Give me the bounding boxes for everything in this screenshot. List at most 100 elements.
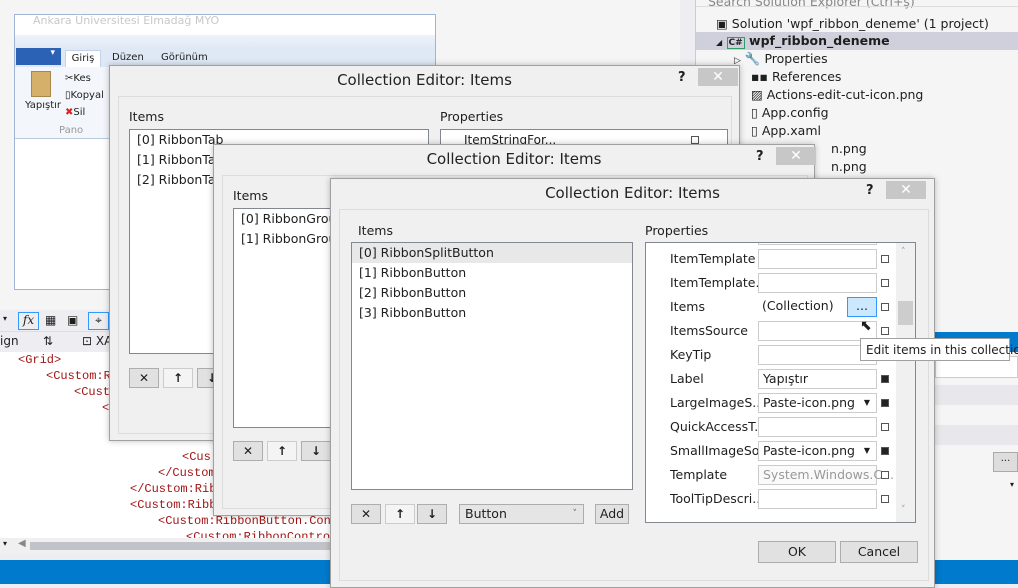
- move-down-button[interactable]: ↓: [417, 504, 447, 524]
- references-icon: ▪▪: [751, 69, 768, 84]
- property-row[interactable]: KeyTip: [646, 343, 896, 367]
- list-item[interactable]: [2] RibbonButton: [352, 283, 632, 303]
- remove-button[interactable]: ✕: [129, 368, 159, 388]
- horizontal-scrollbar[interactable]: ▾ ◀: [0, 538, 340, 554]
- wrench-icon: 🔧: [744, 51, 761, 66]
- tree-item-references[interactable]: ▪▪ References: [751, 68, 841, 86]
- property-row[interactable]: SmallImageSo... Paste-icon.png ▼: [646, 439, 896, 463]
- property-marker[interactable]: [881, 279, 889, 287]
- tree-item-png-2[interactable]: n.png: [831, 158, 867, 176]
- property-value[interactable]: [758, 273, 877, 293]
- help-button[interactable]: ?: [756, 149, 764, 164]
- help-button[interactable]: ?: [866, 183, 874, 198]
- crosshair-icon[interactable]: ⌖: [88, 312, 109, 330]
- items-list[interactable]: [0] RibbonSplitButton [1] RibbonButton […: [351, 242, 633, 490]
- property-value[interactable]: System.Windows.C...: [758, 465, 894, 485]
- property-name: Label: [670, 371, 704, 386]
- application-menu-button[interactable]: ▾: [16, 48, 61, 65]
- list-item[interactable]: [1] RibbonButton: [352, 263, 632, 283]
- scrollbar-thumb[interactable]: [898, 301, 913, 325]
- property-marker[interactable]: [881, 303, 889, 311]
- property-marker[interactable]: [881, 255, 889, 263]
- close-button[interactable]: ✕: [698, 68, 738, 86]
- edit-collection-button[interactable]: ...: [847, 297, 877, 317]
- property-value[interactable]: Yapıştır: [758, 369, 877, 389]
- tree-item-cut-icon-png[interactable]: ▨ Actions-edit-cut-icon.png: [751, 86, 923, 104]
- chevron-down-icon: ˅: [572, 509, 578, 519]
- close-button[interactable]: ✕: [886, 181, 926, 199]
- property-grid[interactable]: ItemStringFor...ItemTemplateItemTemplate…: [645, 242, 916, 523]
- tree-item-properties[interactable]: ▷ 🔧 Properties: [734, 50, 828, 68]
- vertical-scrollbar[interactable]: ˄ ˅: [896, 243, 915, 522]
- list-item-selected[interactable]: [0] RibbonSplitButton: [352, 243, 632, 263]
- property-name: LargeImageS...: [670, 395, 765, 410]
- swap-panes-icon[interactable]: ⇅: [43, 334, 53, 348]
- tab-design[interactable]: ign: [0, 334, 19, 348]
- properties-label: Properties: [440, 109, 504, 124]
- property-marker[interactable]: [881, 327, 889, 335]
- property-row[interactable]: ItemsSource: [646, 319, 896, 343]
- paste-icon: [31, 71, 51, 97]
- tree-item-app-xaml[interactable]: ▯ App.xaml: [751, 122, 821, 140]
- paste-button[interactable]: Yapıştır: [25, 100, 61, 111]
- property-marker[interactable]: [881, 423, 889, 431]
- tree-item-project[interactable]: ◢ C# wpf_ribbon_deneme: [716, 32, 890, 50]
- property-marker[interactable]: [881, 471, 889, 479]
- copy-button[interactable]: ▯Kopyal: [65, 90, 104, 101]
- cancel-button[interactable]: Cancel: [840, 541, 918, 563]
- grid-icon[interactable]: ▦: [45, 313, 56, 327]
- snap-icon[interactable]: ▣: [67, 313, 78, 327]
- property-marker[interactable]: [881, 447, 889, 455]
- move-up-button[interactable]: ↑: [267, 441, 297, 461]
- property-row[interactable]: LargeImageS... Paste-icon.png ▼: [646, 391, 896, 415]
- list-item[interactable]: [3] RibbonButton: [352, 303, 632, 323]
- dialog-title: Collection Editor: Items: [545, 184, 720, 202]
- add-button[interactable]: Add: [595, 504, 629, 524]
- property-row[interactable]: QuickAccessT...: [646, 415, 896, 439]
- property-value[interactable]: [758, 417, 877, 437]
- tab-duzen[interactable]: Düzen: [112, 52, 144, 63]
- property-row[interactable]: Label Yapıştır: [646, 367, 896, 391]
- tree-item-app-config[interactable]: ▯ App.config: [751, 104, 829, 122]
- item-type-select[interactable]: Button ˅: [459, 504, 584, 524]
- cut-button[interactable]: ✂Kes: [65, 73, 91, 84]
- delete-button[interactable]: ✖Sil: [65, 107, 85, 118]
- move-up-button[interactable]: ↑: [385, 504, 415, 524]
- property-row[interactable]: ItemTemplate: [646, 247, 896, 271]
- close-button[interactable]: ✕: [776, 147, 816, 165]
- property-value[interactable]: Paste-icon.png ▼: [758, 393, 877, 413]
- remove-button[interactable]: ✕: [233, 441, 263, 461]
- move-up-button[interactable]: ↑: [163, 368, 193, 388]
- remove-button[interactable]: ✕: [351, 504, 381, 524]
- items-label: Items: [129, 109, 164, 124]
- tab-giris[interactable]: Giriş: [65, 50, 101, 68]
- property-row[interactable]: ToolTipDescri...: [646, 487, 896, 511]
- help-button[interactable]: ?: [678, 70, 686, 85]
- mouse-cursor-icon: ⬉: [860, 318, 872, 334]
- property-row[interactable]: Template System.Windows.C...: [646, 463, 896, 487]
- property-value[interactable]: (Collection)...: [758, 297, 877, 317]
- property-value[interactable]: Paste-icon.png ▼: [758, 441, 877, 461]
- solution-search-input[interactable]: Search Solution Explorer (Ctrl+ş): [708, 0, 915, 9]
- ellipsis-button[interactable]: ...: [993, 452, 1018, 472]
- move-down-button[interactable]: ↓: [301, 441, 331, 461]
- property-marker[interactable]: [881, 375, 889, 383]
- property-marker[interactable]: [881, 495, 889, 503]
- property-value[interactable]: [758, 489, 877, 509]
- tab-xaml[interactable]: ⊡ XA: [82, 334, 112, 348]
- csharp-project-icon: C#: [726, 37, 745, 49]
- fx-icon[interactable]: fx: [18, 312, 39, 330]
- property-row[interactable]: ItemTemplate...: [646, 271, 896, 295]
- tree-item-solution[interactable]: ▣ Solution 'wpf_ribbon_deneme' (1 projec…: [716, 15, 989, 33]
- property-marker[interactable]: [881, 399, 889, 407]
- ok-button[interactable]: OK: [758, 541, 836, 563]
- code-line: <Custom:RibbonButton.Cont: [158, 514, 339, 529]
- tree-item-png-1[interactable]: n.png: [831, 140, 867, 158]
- tab-gorunum[interactable]: Görünüm: [161, 52, 208, 63]
- property-name: ItemTemplate...: [670, 275, 768, 290]
- property-value[interactable]: [758, 249, 877, 269]
- property-row[interactable]: Items (Collection)...: [646, 295, 896, 319]
- config-file-icon: ▯: [751, 105, 758, 120]
- property-value[interactable]: [758, 243, 877, 245]
- xaml-icon: ⊡: [82, 334, 93, 348]
